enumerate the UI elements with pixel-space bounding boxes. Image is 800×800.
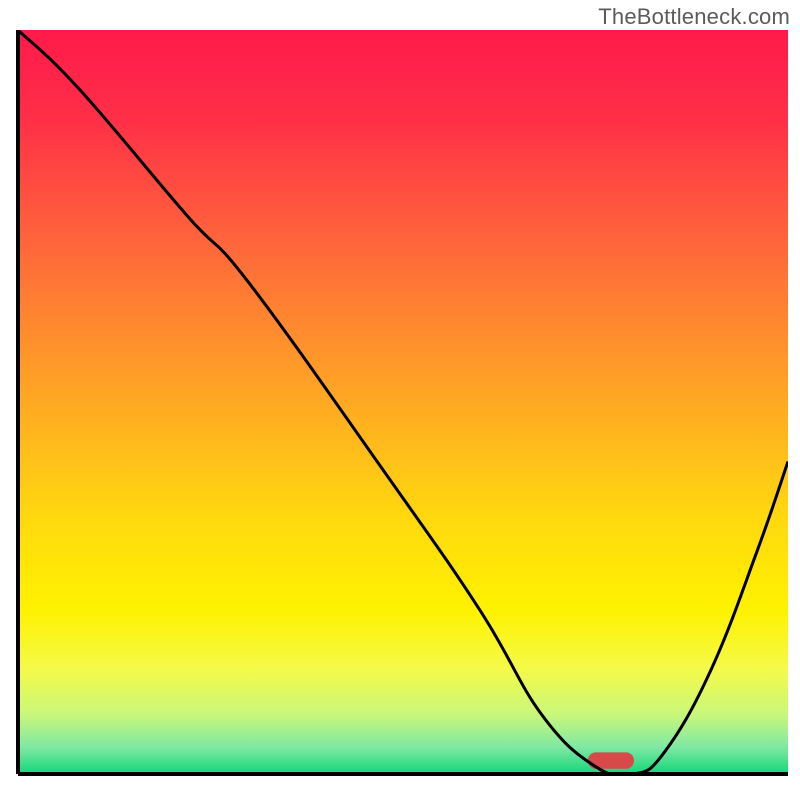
chart-canvas <box>0 0 800 800</box>
watermark-text: TheBottleneck.com <box>598 4 790 30</box>
gradient-background <box>18 30 788 774</box>
